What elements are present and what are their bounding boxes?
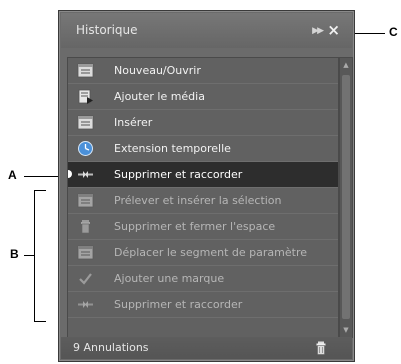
- document-list-icon: [77, 193, 94, 208]
- callout-b-line: [24, 255, 34, 256]
- history-item[interactable]: Extension temporelle: [68, 136, 338, 162]
- scroll-down-arrow-icon[interactable]: ▼: [340, 323, 352, 337]
- history-item[interactable]: Insérer: [68, 110, 338, 136]
- trash-icon: [81, 220, 90, 234]
- history-item-label: Extension temporelle: [114, 142, 231, 155]
- callout-b-bracket-bottom: [34, 321, 46, 322]
- callout-c-label: C: [389, 25, 398, 39]
- flyout-menu-icon[interactable]: ▶▶: [312, 26, 324, 36]
- ripple-delete-icon: [78, 171, 93, 178]
- history-item-label: Déplacer le segment de paramètre: [114, 246, 307, 259]
- history-item[interactable]: Supprimer et raccorder: [68, 292, 338, 318]
- checkmark-icon: [79, 273, 92, 285]
- history-item-current[interactable]: Supprimer et raccorder: [68, 162, 338, 188]
- scroll-up-arrow-icon[interactable]: ▲: [340, 58, 352, 72]
- history-item-label: Insérer: [114, 116, 153, 129]
- history-item-label: Prélever et insérer la sélection: [114, 194, 282, 207]
- history-item-label: Supprimer et raccorder: [114, 298, 243, 311]
- history-item[interactable]: Ajouter une marque: [68, 266, 338, 292]
- history-item-label: Supprimer et raccorder: [114, 168, 243, 181]
- history-item[interactable]: Ajouter le média: [68, 84, 338, 110]
- panel-statusbar: 9 Annulations: [61, 337, 352, 359]
- time-stretch-icon: [78, 141, 93, 156]
- history-item-label: Ajouter une marque: [114, 272, 225, 285]
- history-item-label: Ajouter le média: [114, 90, 205, 103]
- scroll-thumb[interactable]: [342, 75, 350, 319]
- trash-icon[interactable]: [314, 341, 328, 355]
- history-item[interactable]: Déplacer le segment de paramètre: [68, 240, 338, 266]
- current-state-marker: [68, 170, 72, 178]
- callout-a-line: [24, 176, 58, 177]
- document-list-icon: [77, 245, 94, 260]
- callout-b-bracket-vertical: [34, 190, 35, 321]
- document-list-icon: [77, 63, 94, 78]
- ripple-delete-icon: [78, 301, 93, 308]
- history-list[interactable]: Nouveau/Ouvrir Ajouter le média Insérer: [67, 57, 339, 340]
- undo-count: 9 Annulations: [73, 341, 149, 354]
- callout-a-label: A: [8, 168, 17, 182]
- history-item[interactable]: Nouveau/Ouvrir: [68, 58, 338, 84]
- history-item-label: Supprimer et fermer l'espace: [114, 220, 276, 233]
- panel-titlebar: Historique ▶▶ ×: [61, 13, 352, 48]
- vertical-scrollbar[interactable]: ▲ ▼: [339, 57, 353, 338]
- close-icon[interactable]: ×: [327, 21, 340, 39]
- history-item[interactable]: Supprimer et fermer l'espace: [68, 214, 338, 240]
- history-panel: Historique ▶▶ × Nouveau/Ouvrir Ajouter l…: [58, 10, 355, 362]
- callout-b-bracket-top: [34, 190, 46, 191]
- panel-title: Historique: [76, 23, 138, 37]
- document-list-icon: [77, 115, 94, 130]
- history-item[interactable]: Prélever et insérer la sélection: [68, 188, 338, 214]
- history-item-label: Nouveau/Ouvrir: [114, 64, 201, 77]
- callout-b-label: B: [10, 247, 19, 261]
- add-media-icon: [78, 89, 93, 104]
